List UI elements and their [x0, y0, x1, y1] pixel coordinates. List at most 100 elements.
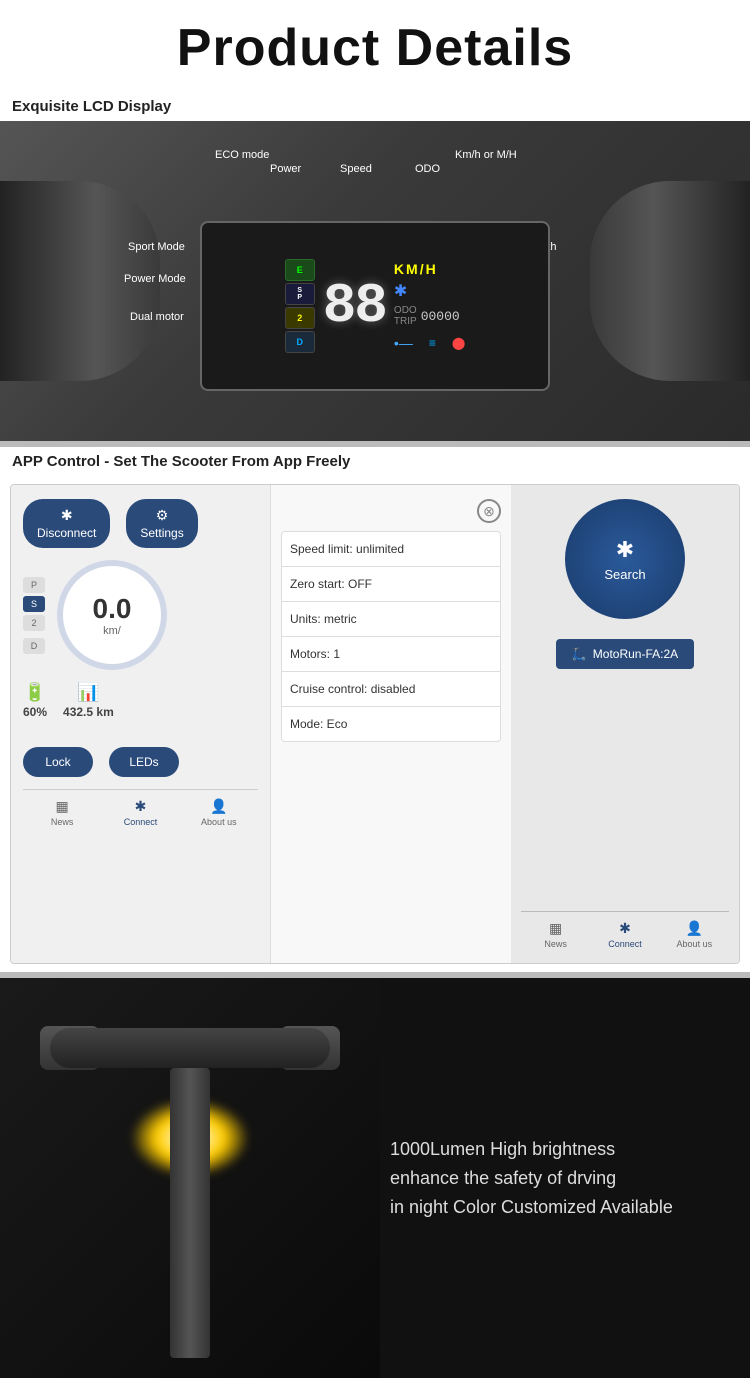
- indicator-2: 2: [285, 307, 315, 329]
- odometer-value: 432.5 km: [63, 705, 114, 719]
- lcd-left-indicators: E SP 2 D: [285, 259, 315, 353]
- app-middle-panel: ⊗ Speed limit: unlimited Zero start: OFF…: [271, 485, 511, 963]
- lock-button[interactable]: Lock: [23, 747, 93, 777]
- nav-news-left[interactable]: ▦ News: [23, 798, 101, 827]
- anno-odo: ODO: [415, 163, 440, 175]
- speedometer-area: P S 2 D 0.0 km/: [23, 560, 258, 670]
- lcd-odo-row: ODOTRIP 00000: [394, 305, 460, 327]
- anno-eco-mode: ECO mode: [215, 149, 269, 161]
- leds-label: LEDs: [129, 755, 158, 769]
- app-left-nav: ▦ News ✱ Connect 👤 About us: [23, 789, 258, 827]
- settings-list: Speed limit: unlimited Zero start: OFF U…: [281, 531, 501, 742]
- about-icon-left: 👤: [210, 798, 227, 815]
- light-description: 1000Lumen High brightness enhance the sa…: [390, 1135, 730, 1221]
- lcd-temp-icon: ⬤: [452, 336, 465, 350]
- anno-sport-mode: Sport Mode: [128, 241, 185, 253]
- anno-power: Power: [270, 163, 301, 175]
- app-bottom-buttons: Lock LEDs: [23, 747, 258, 777]
- lcd-display-box: E SP 2 D 88 KM/H ✱: [200, 221, 550, 391]
- lcd-light-icon: •—: [394, 335, 413, 351]
- mode-2: 2: [23, 615, 45, 631]
- lcd-aux-icon: ≡: [429, 336, 436, 350]
- search-label: Search: [604, 567, 645, 582]
- light-text-line1: 1000Lumen High brightness: [390, 1139, 615, 1159]
- scooter-light-area: [0, 978, 380, 1378]
- connect-icon-right: ✱: [619, 920, 631, 937]
- nav-connect-left[interactable]: ✱ Connect: [101, 798, 179, 827]
- disconnect-icon: ✱: [61, 507, 73, 524]
- light-text-line2: enhance the safety of drving: [390, 1168, 616, 1188]
- battery-stat: 🔋 60%: [23, 682, 47, 719]
- disconnect-button[interactable]: ✱ Disconnect: [23, 499, 110, 548]
- nav-about-right[interactable]: 👤 About us: [660, 920, 729, 949]
- mode-indicators: P S 2 D: [23, 577, 45, 654]
- app-right-nav: ▦ News ✱ Connect 👤 About us: [521, 911, 729, 949]
- nav-about-left[interactable]: 👤 About us: [180, 798, 258, 827]
- device-item[interactable]: 🛴 MotoRun-FA:2A: [556, 639, 694, 669]
- settings-button[interactable]: ⚙ Settings: [126, 499, 197, 548]
- nav-connect-label-right: Connect: [608, 939, 642, 949]
- setting-zero-start: Zero start: OFF: [281, 566, 501, 601]
- light-text-area: 1000Lumen High brightness enhance the sa…: [390, 1135, 730, 1221]
- speedometer-circle: 0.0 km/: [57, 560, 167, 670]
- nav-news-right[interactable]: ▦ News: [521, 920, 590, 949]
- scooter-icon: 🛴: [572, 647, 587, 661]
- battery-value: 60%: [23, 705, 47, 719]
- anno-power-mode: Power Mode: [124, 273, 186, 285]
- disconnect-label: Disconnect: [37, 526, 96, 540]
- mode-d: D: [23, 638, 45, 654]
- lcd-speed-display: 88: [323, 274, 386, 338]
- app-section-label: APP Control - Set The Scooter From App F…: [0, 447, 750, 476]
- scooter-stem: [170, 1068, 210, 1358]
- mode-s: S: [23, 596, 45, 612]
- indicator-e: E: [285, 259, 315, 281]
- leds-button[interactable]: LEDs: [109, 747, 179, 777]
- lcd-bluetooth-icon: ✱: [394, 281, 407, 301]
- nav-about-label-left: About us: [201, 817, 237, 827]
- anno-kmh-or-mh: Km/h or M/H: [455, 149, 517, 161]
- indicator-d: D: [285, 331, 315, 353]
- lcd-kmh-label: KM/H: [394, 261, 438, 277]
- lcd-right-area: KM/H ✱ ODOTRIP 00000 •— ≡ ⬤: [394, 261, 465, 351]
- settings-icon: ⚙: [156, 507, 169, 524]
- lcd-odo-label: ODOTRIP: [394, 305, 417, 327]
- lcd-trip-digits: 00000: [421, 309, 460, 324]
- odometer-stat: 📊 432.5 km: [63, 682, 114, 719]
- anno-dual-motor: Dual motor: [130, 311, 184, 323]
- setting-speed-limit: Speed limit: unlimited: [281, 531, 501, 566]
- lock-label: Lock: [45, 755, 70, 769]
- connect-icon-left: ✱: [135, 798, 147, 815]
- nav-connect-label-left: Connect: [124, 817, 158, 827]
- mode-p: P: [23, 577, 45, 593]
- setting-motors: Motors: 1: [281, 636, 501, 671]
- bluetooth-search-icon: ✱: [616, 537, 634, 563]
- section-light: 1000Lumen High brightness enhance the sa…: [0, 978, 750, 1378]
- nav-news-label-left: News: [51, 817, 74, 827]
- app-left-panel: ✱ Disconnect ⚙ Settings P S 2 D 0.0 km/: [11, 485, 271, 963]
- setting-mode: Mode: Eco: [281, 706, 501, 742]
- about-icon-right: 👤: [686, 920, 703, 937]
- app-right-panel: ✱ Search 🛴 MotoRun-FA:2A ▦ News ✱ Connec…: [511, 485, 739, 963]
- lcd-inner: E SP 2 D 88 KM/H ✱: [277, 251, 474, 361]
- anno-speed: Speed: [340, 163, 372, 175]
- device-name: MotoRun-FA:2A: [593, 647, 678, 661]
- section-app: APP Control - Set The Scooter From App F…: [0, 447, 750, 964]
- lcd-section-label: Exquisite LCD Display: [0, 92, 750, 121]
- nav-connect-right[interactable]: ✱ Connect: [590, 920, 659, 949]
- battery-icon: 🔋: [24, 682, 46, 703]
- odometer-icon: 📊: [77, 682, 99, 703]
- speed-unit: km/: [103, 625, 121, 637]
- app-image-area: ✱ Disconnect ⚙ Settings P S 2 D 0.0 km/: [10, 484, 740, 964]
- nav-news-label-right: News: [544, 939, 567, 949]
- app-top-buttons: ✱ Disconnect ⚙ Settings: [23, 499, 258, 548]
- settings-label: Settings: [140, 526, 183, 540]
- search-button[interactable]: ✱ Search: [565, 499, 685, 619]
- scooter-svg: [30, 998, 350, 1358]
- indicator-sp: SP: [285, 283, 315, 305]
- close-button[interactable]: ⊗: [477, 499, 501, 523]
- page-header: Product Details: [0, 0, 750, 92]
- lcd-bottom-row: •— ≡ ⬤: [394, 335, 465, 351]
- section-lcd: Exquisite LCD Display ECO mode Power Spe…: [0, 92, 750, 441]
- news-icon-right: ▦: [549, 920, 562, 937]
- light-text-line3: in night Color Customized Available: [390, 1196, 673, 1216]
